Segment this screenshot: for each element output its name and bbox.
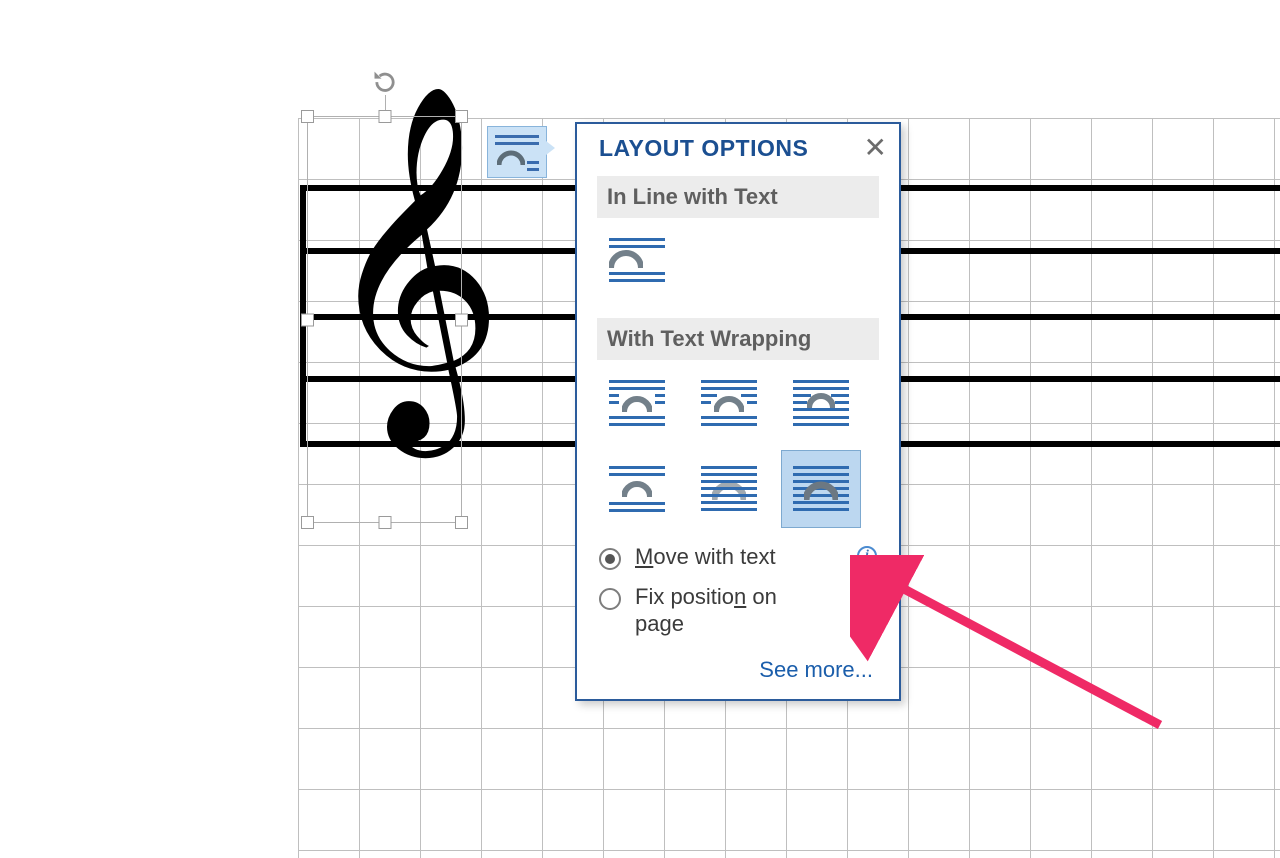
resize-handle-s[interactable] bbox=[378, 516, 391, 529]
rotate-handle[interactable] bbox=[371, 67, 399, 95]
resize-handle-e[interactable] bbox=[455, 313, 468, 326]
layout-options-flyout: LAYOUT OPTIONS ✕ In Line with Text With … bbox=[575, 122, 901, 701]
resize-handle-ne[interactable] bbox=[455, 110, 468, 123]
option-top-and-bottom[interactable] bbox=[605, 460, 669, 518]
section-inline-label: In Line with Text bbox=[597, 176, 879, 218]
radio-icon[interactable] bbox=[599, 588, 621, 610]
flyout-title: LAYOUT OPTIONS bbox=[599, 135, 808, 162]
info-icon[interactable]: i bbox=[857, 546, 877, 566]
section-wrap-label: With Text Wrapping bbox=[597, 318, 879, 360]
radio-icon[interactable] bbox=[599, 548, 621, 570]
radio-fix-position[interactable]: Fix position on page i bbox=[577, 580, 899, 647]
resize-handle-se[interactable] bbox=[455, 516, 468, 529]
radio-move-with-text[interactable]: Move with text i bbox=[577, 540, 899, 580]
close-icon[interactable]: ✕ bbox=[864, 134, 887, 162]
resize-handle-w[interactable] bbox=[301, 313, 314, 326]
option-through[interactable] bbox=[789, 374, 853, 432]
layout-options-button[interactable] bbox=[487, 126, 547, 178]
option-tight[interactable] bbox=[697, 374, 761, 432]
option-in-line-with-text[interactable] bbox=[605, 232, 669, 290]
see-more-link[interactable]: See more... bbox=[577, 647, 899, 699]
image-selection-frame bbox=[307, 116, 462, 523]
option-square[interactable] bbox=[605, 374, 669, 432]
radio-label-fix: Fix position on page bbox=[635, 584, 815, 637]
option-behind-text[interactable] bbox=[697, 460, 761, 518]
resize-handle-nw[interactable] bbox=[301, 110, 314, 123]
info-icon[interactable]: i bbox=[857, 586, 877, 606]
radio-label-move: Move with text bbox=[635, 544, 776, 570]
option-in-front-of-text[interactable] bbox=[781, 450, 861, 528]
resize-handle-sw[interactable] bbox=[301, 516, 314, 529]
resize-handle-n[interactable] bbox=[378, 110, 391, 123]
